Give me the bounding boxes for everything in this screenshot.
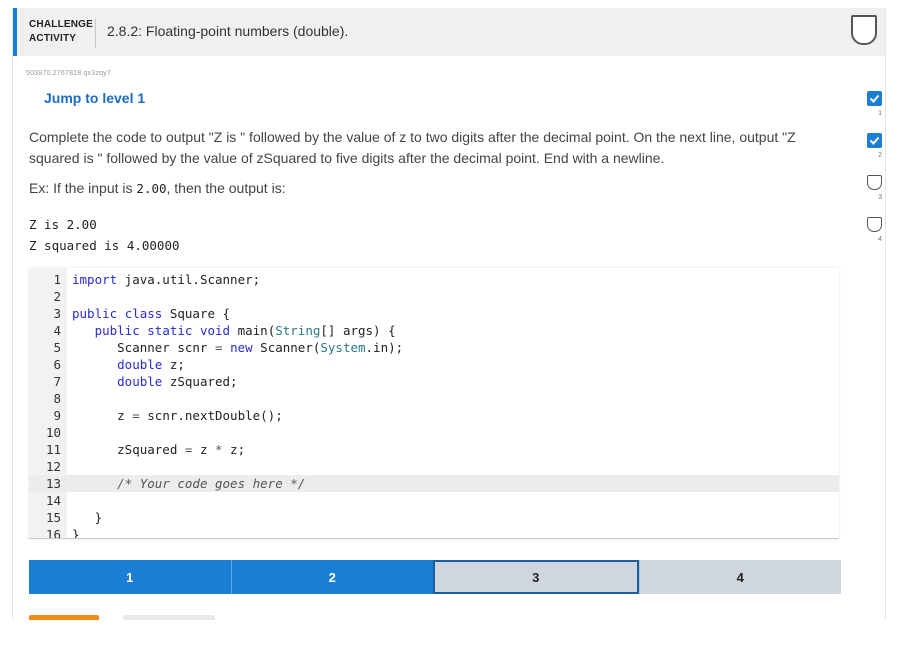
line-number: 4 <box>53 323 61 338</box>
activity-type-line-1: CHALLENGE <box>29 19 94 30</box>
level-button-1[interactable]: 1 <box>29 560 231 594</box>
jump-to-level-link[interactable]: Jump to level 1 <box>44 90 145 106</box>
code-line[interactable]: 6 double z; <box>29 356 839 373</box>
code-line[interactable]: 16} <box>29 526 839 539</box>
code-line[interactable]: 10 <box>29 424 839 441</box>
pending-box-icon <box>867 175 882 190</box>
header-divider <box>95 18 96 48</box>
activity-id: 503870.2767818.qx3zqy7 <box>26 70 111 77</box>
run-button[interactable] <box>29 615 99 620</box>
code-line[interactable]: 2 <box>29 288 839 305</box>
code-text[interactable]: } <box>72 509 103 526</box>
progress-level-number: 4 <box>878 236 882 243</box>
example-input: 2.00 <box>136 181 167 196</box>
line-number: 15 <box>45 510 61 525</box>
level-button-3[interactable]: 3 <box>433 560 639 594</box>
code-text[interactable]: zSquared = z * z; <box>72 441 245 458</box>
activity-header: CHALLENGE ACTIVITY 2.8.2: Floating-point… <box>13 8 885 56</box>
pending-box-icon <box>867 217 882 232</box>
line-number: 8 <box>53 391 61 406</box>
level-button-4[interactable]: 4 <box>638 560 841 594</box>
activity-type-label: CHALLENGE ACTIVITY <box>29 18 93 46</box>
example-prefix: Ex: If the input is <box>29 180 137 196</box>
level-selector: 1234 <box>29 560 841 594</box>
code-text[interactable]: z = scnr.nextDouble(); <box>72 407 283 424</box>
code-line[interactable]: 3 public class Square { <box>29 305 839 322</box>
line-number: 5 <box>53 340 61 355</box>
code-text[interactable]: public static void main(String[] args) { <box>72 322 396 339</box>
line-number: 7 <box>53 374 61 389</box>
progress-level-number: 3 <box>878 194 882 201</box>
check-icon <box>867 91 882 106</box>
code-line[interactable]: 13 /* Your code goes here */ <box>29 475 839 492</box>
code-text[interactable]: public class Square { <box>72 305 230 322</box>
secondary-button[interactable] <box>123 615 215 620</box>
line-number: 16 <box>45 527 61 539</box>
example-suffix: , then the output is: <box>166 180 286 196</box>
code-line[interactable]: 5 Scanner scnr = new Scanner(System.in); <box>29 339 839 356</box>
code-text[interactable]: double z; <box>72 356 185 373</box>
instructions-text: Complete the code to output "Z is " foll… <box>29 129 796 166</box>
challenge-activity-card: CHALLENGE ACTIVITY 2.8.2: Floating-point… <box>12 8 886 620</box>
code-text[interactable]: import java.util.Scanner; <box>72 271 260 288</box>
line-number: 1 <box>53 272 61 287</box>
header-accent-bar <box>13 8 17 56</box>
line-number: 11 <box>45 442 61 457</box>
code-line[interactable]: 12 <box>29 458 839 475</box>
activity-title: 2.8.2: Floating-point numbers (double). <box>107 23 349 39</box>
code-line[interactable]: 4 public static void main(String[] args)… <box>29 322 839 339</box>
line-number: 3 <box>53 306 61 321</box>
expected-output-line: Z is 2.00 <box>29 217 97 232</box>
activity-type-line-2: ACTIVITY <box>29 33 77 44</box>
line-number: 13 <box>45 476 61 491</box>
expected-output-line: Z squared is 4.00000 <box>29 238 180 253</box>
code-text[interactable]: /* Your code goes here */ <box>72 475 305 492</box>
line-number: 9 <box>53 408 61 423</box>
line-number: 10 <box>45 425 61 440</box>
code-line[interactable]: 9 z = scnr.nextDouble(); <box>29 407 839 424</box>
code-text[interactable]: double zSquared; <box>72 373 237 390</box>
check-icon <box>867 133 882 148</box>
code-text[interactable]: } <box>72 526 80 538</box>
code-line[interactable]: 7 double zSquared; <box>29 373 839 390</box>
completion-check-icon <box>851 15 877 45</box>
code-line[interactable]: 1 import java.util.Scanner; <box>29 271 839 288</box>
instructions: Complete the code to output "Z is " foll… <box>29 127 819 169</box>
progress-level-number: 2 <box>878 152 882 159</box>
code-text[interactable]: Scanner scnr = new Scanner(System.in); <box>72 339 403 356</box>
expected-output: Z is 2.00 Z squared is 4.00000 <box>29 214 180 256</box>
example-text: Ex: If the input is 2.00, then the outpu… <box>29 180 286 196</box>
code-line[interactable]: 14 <box>29 492 839 509</box>
line-number: 14 <box>45 493 61 508</box>
line-number: 12 <box>45 459 61 474</box>
line-number: 6 <box>53 357 61 372</box>
code-line[interactable]: 15 } <box>29 509 839 526</box>
code-editor[interactable]: 1 import java.util.Scanner; 2 3 public class… <box>29 268 839 539</box>
level-button-2[interactable]: 2 <box>230 560 433 594</box>
progress-level-number: 1 <box>878 110 882 117</box>
line-number: 2 <box>53 289 61 304</box>
code-line[interactable]: 8 <box>29 390 839 407</box>
code-line[interactable]: 11 zSquared = z * z; <box>29 441 839 458</box>
